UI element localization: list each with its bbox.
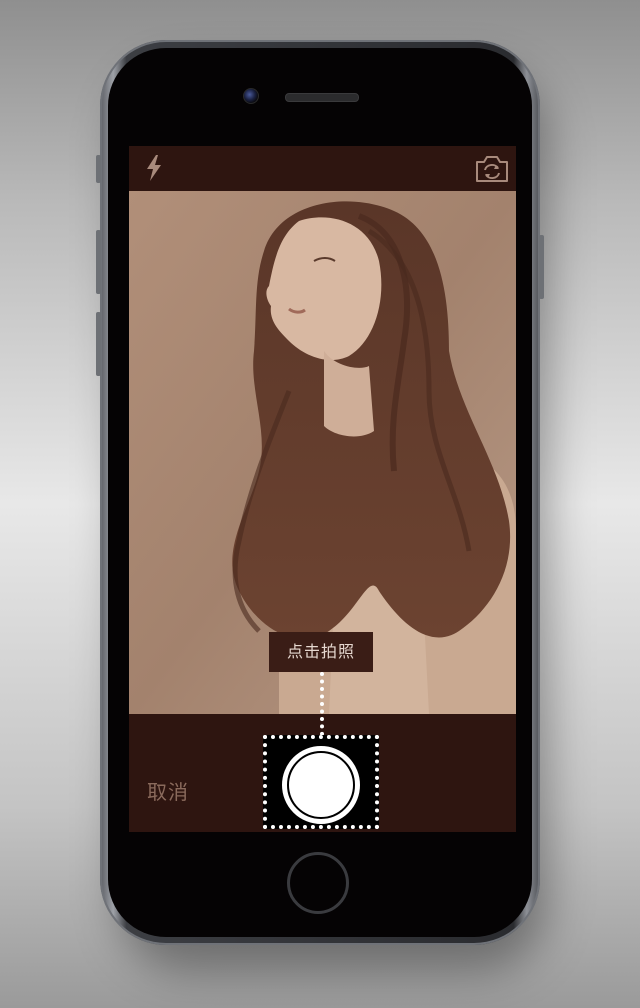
earpiece-speaker bbox=[285, 93, 359, 102]
tooltip-connector-line bbox=[320, 672, 324, 736]
volume-down-button bbox=[96, 312, 101, 376]
camera-screen: 取消 点击拍照 bbox=[129, 146, 516, 832]
volume-up-button bbox=[96, 230, 101, 294]
shutter-button-icon[interactable] bbox=[289, 753, 353, 817]
flash-icon[interactable] bbox=[146, 155, 162, 181]
camera-top-bar bbox=[129, 146, 516, 191]
power-button bbox=[539, 235, 544, 299]
cancel-button[interactable]: 取消 bbox=[147, 776, 189, 805]
shutter-tooltip: 点击拍照 bbox=[269, 632, 373, 672]
home-button[interactable] bbox=[287, 852, 349, 914]
mute-switch bbox=[96, 155, 101, 183]
front-camera bbox=[243, 88, 259, 104]
switch-camera-icon[interactable] bbox=[474, 154, 510, 184]
